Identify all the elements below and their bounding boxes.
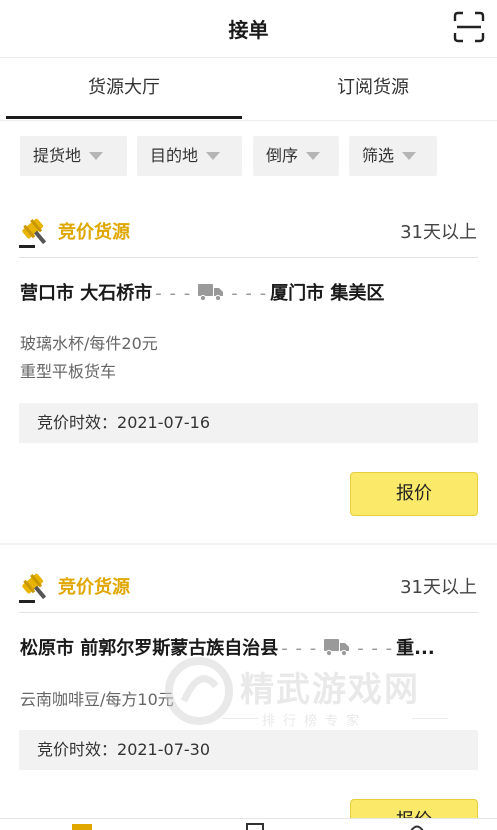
scan-button[interactable] [453,11,485,43]
watermark-logo-icon [165,657,233,725]
page-title: 接单 [228,18,269,42]
destination-city: 厦门市 集美区 [270,283,385,304]
caret-down-icon [306,151,321,160]
card-header: 竞价货源 31天以上 [0,190,497,272]
divider [19,257,478,258]
filter-screen[interactable]: 筛选 [349,136,437,176]
tab-cargo-hall[interactable]: 货源大厅 [0,58,248,120]
caret-down-icon [206,151,221,160]
watermark-subtitle: 排行榜专家 [262,714,368,729]
time-range: 31天以上 [400,577,477,598]
bid-deadline: 竞价时效：2021-07-16 [19,403,478,443]
filter-label: 筛选 [362,146,395,165]
nav-profile-icon[interactable] [405,822,429,830]
nav-document-icon[interactable] [243,822,267,830]
watermark-title: 精武游戏网 [240,670,420,710]
filter-label: 目的地 [150,146,199,165]
filter-label: 提货地 [33,146,82,165]
time-range: 31天以上 [400,222,477,243]
divider [222,718,258,719]
app-header: 接单 [0,0,497,58]
nav-order-icon[interactable] [70,822,94,830]
tab-bar: 货源大厅 订阅货源 [0,58,497,120]
route-dash: - - - [231,283,268,304]
caret-down-icon [89,151,104,160]
origin-city: 营口市 大石桥市 [20,283,153,304]
goods-description: 玻璃水杯/每件20元 [20,334,158,353]
filter-destination[interactable]: 目的地 [137,136,242,176]
watermark: 精武游戏网 排行榜专家 [162,650,482,740]
scan-icon [453,11,485,43]
divider [412,718,448,719]
route: 营口市 大石桥市 - - - - - - 厦门市 集美区 [20,279,480,307]
caret-down-icon [402,151,417,160]
bottom-nav [0,818,497,830]
vehicle-type: 重型平板货车 [20,362,117,381]
bid-deadline-label: 竞价时效： [37,740,118,759]
bid-deadline-date: 2021-07-30 [117,740,210,759]
filter-sort-descending[interactable]: 倒序 [253,136,339,176]
divider [19,612,478,613]
bid-deadline-label: 竞价时效： [37,413,118,432]
truck-icon [198,284,224,301]
bidding-badge: 竞价货源 [58,222,130,243]
bidding-badge: 竞价货源 [58,577,130,598]
filter-label: 倒序 [266,146,299,165]
gavel-icon [19,218,47,248]
cargo-card[interactable]: 竞价货源 31天以上 营口市 大石桥市 - - - - - - 厦门市 集美区 玻璃… [0,190,497,543]
active-tab-indicator [6,116,242,119]
route-dash: - - - [155,283,192,304]
gavel-icon [19,573,47,603]
card-header: 竞价货源 31天以上 [0,545,497,627]
goods-description: 云南咖啡豆/每方10元 [20,690,174,709]
bid-deadline-date: 2021-07-16 [117,413,210,432]
tab-subscribed-cargo[interactable]: 订阅货源 [249,58,497,120]
quote-button[interactable]: 报价 [350,472,478,516]
filter-pickup-location[interactable]: 提货地 [20,136,127,176]
filter-bar: 提货地 目的地 倒序 筛选 [0,120,497,190]
